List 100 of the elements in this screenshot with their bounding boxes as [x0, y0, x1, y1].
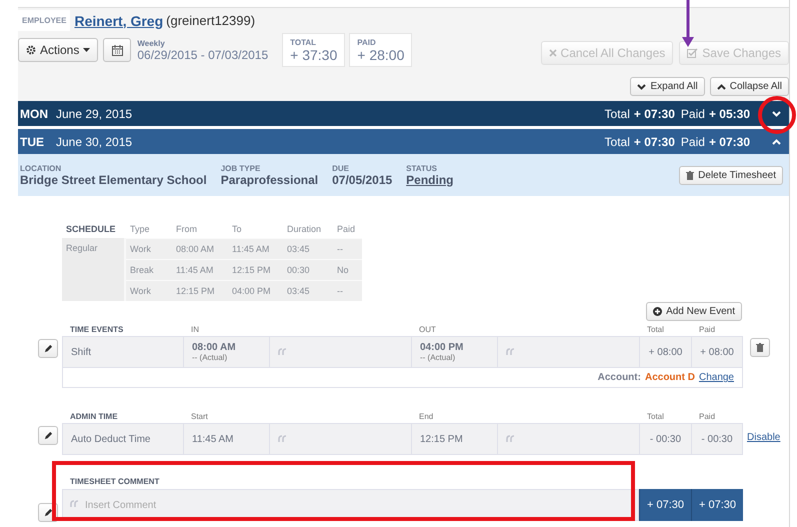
field-value: Bridge Street Elementary School: [20, 172, 207, 186]
day-header[interactable]: TUE June 30, 2015 Total + 07:30 Paid + 07:30: [18, 129, 789, 154]
table-cell: 08:00 AM: [172, 238, 228, 259]
table-cell: Auto Deduct Time: [62, 423, 183, 455]
pencil-icon: [44, 508, 52, 517]
delete-button[interactable]: [750, 338, 770, 357]
period-range: 06/29/2015 - 07/03/2015: [137, 48, 268, 62]
time-cell[interactable]: 12:15 PM: [411, 423, 497, 455]
table-cell: 00:30: [283, 259, 333, 280]
actions-button[interactable]: Actions: [18, 38, 98, 62]
total-label: Total: [604, 134, 630, 148]
table-cell: 12:15 PM: [172, 280, 228, 301]
quote-icon: [278, 348, 288, 356]
day-header[interactable]: MON June 29, 2015 Total + 07:30 Paid + 05:30: [18, 101, 789, 126]
table-cell: Work: [126, 280, 172, 301]
trash-icon: [686, 170, 694, 180]
table-cell: - 00:30: [639, 423, 691, 455]
period-type: Weekly: [137, 38, 166, 48]
table-cell: Break: [126, 259, 172, 280]
field-label: DUE: [332, 164, 350, 172]
column-header: To: [231, 223, 243, 236]
time-value: 11:45 AM: [192, 434, 235, 444]
column-header: From: [175, 223, 198, 236]
caret-icon: [83, 48, 90, 52]
column-header: End: [418, 412, 434, 423]
trash-icon: [756, 343, 764, 352]
comment-heading: TIMESHEET COMMENT: [69, 477, 160, 488]
column-header: Total: [646, 325, 665, 336]
table-cell: 03:45: [283, 238, 333, 259]
day-date: June 30, 2015: [56, 134, 132, 148]
day-weekday: MON: [20, 106, 49, 120]
quote-icon: [506, 348, 516, 356]
plus-circle-icon: [653, 307, 662, 316]
summary-label: PAID: [357, 38, 377, 47]
status-link[interactable]: Pending: [406, 172, 454, 186]
table-cell: No: [333, 259, 362, 280]
table-cell: 12:15 PM: [228, 259, 283, 280]
quote-icon: [506, 435, 516, 443]
highlight-circle: [758, 96, 796, 134]
employee-username: (greinert12399): [166, 13, 256, 28]
note-cell[interactable]: [497, 423, 639, 455]
annotation-arrow: [682, 0, 694, 47]
time-value: 08:00 AM: [192, 342, 237, 353]
edit-button[interactable]: [38, 339, 58, 358]
account-label: Account:: [598, 372, 641, 383]
summary-label: TOTAL: [290, 38, 318, 47]
time-cell[interactable]: 04:00 PM -- (Actual): [411, 336, 497, 368]
time-cell[interactable]: 08:00 AM -- (Actual): [183, 336, 269, 368]
table-cell: 11:45 AM: [228, 238, 283, 259]
employee-name-link[interactable]: Reinert, Greg: [74, 12, 164, 28]
field-value: Paraprofessional: [220, 172, 318, 186]
total-value: + 07:30: [634, 134, 675, 148]
disable-link[interactable]: Disable: [747, 432, 780, 443]
table-cell: Regular: [62, 238, 126, 301]
time-note: -- (Actual): [192, 353, 228, 362]
note-cell[interactable]: [269, 423, 411, 455]
column-header: Total: [646, 412, 665, 423]
time-cell[interactable]: 11:45 AM: [183, 423, 269, 455]
column-header: Start: [190, 412, 209, 423]
column-header: ADMIN TIME: [69, 412, 119, 423]
employee-label: EMPLOYEE: [18, 10, 70, 31]
account-value: Account D: [644, 372, 695, 383]
column-header: IN: [190, 325, 200, 336]
chevron-up-icon: [772, 138, 781, 144]
total-label: Total: [604, 106, 630, 120]
table-cell: 04:00 PM: [228, 280, 283, 301]
column-header: Type: [129, 223, 151, 236]
close-icon: [548, 49, 557, 57]
table-cell: + 08:00: [691, 336, 743, 368]
paid-value: + 05:30: [708, 106, 750, 120]
time-value: 04:00 PM: [420, 342, 464, 353]
note-cell[interactable]: [497, 336, 639, 368]
field-label: JOB TYPE: [220, 164, 262, 172]
column-header: Duration: [286, 223, 322, 236]
paid-label: Paid: [680, 106, 705, 120]
total-value: + 07:30: [634, 106, 675, 120]
pencil-icon: [44, 431, 52, 440]
pencil-icon: [44, 344, 52, 353]
column-header: Paid: [698, 412, 716, 423]
day-date: June 29, 2015: [56, 106, 132, 120]
expand-all-button[interactable]: Expand All: [630, 77, 705, 96]
delete-timesheet-button[interactable]: Delete Timesheet: [679, 166, 783, 184]
table-cell: --: [333, 238, 362, 259]
collapse-all-button[interactable]: Collapse All: [710, 77, 789, 96]
column-header: TIME EVENTS: [69, 325, 124, 336]
checkbox-icon: [687, 48, 698, 58]
table-cell: Work: [126, 238, 172, 259]
chevron-down-icon: [637, 84, 646, 90]
add-event-button[interactable]: Add New Event: [646, 302, 742, 321]
column-header: OUT: [418, 325, 437, 336]
column-header: Paid: [698, 325, 716, 336]
change-link[interactable]: Change: [698, 372, 734, 383]
edit-button[interactable]: [38, 426, 58, 445]
column-header: Paid: [336, 223, 356, 236]
time-value: 12:15 PM: [420, 434, 464, 444]
note-cell[interactable]: [269, 336, 411, 368]
calendar-button[interactable]: [103, 38, 132, 62]
settings-icon: [26, 45, 36, 55]
time-note: -- (Actual): [420, 353, 456, 362]
table-cell: 11:45 AM: [172, 259, 228, 280]
